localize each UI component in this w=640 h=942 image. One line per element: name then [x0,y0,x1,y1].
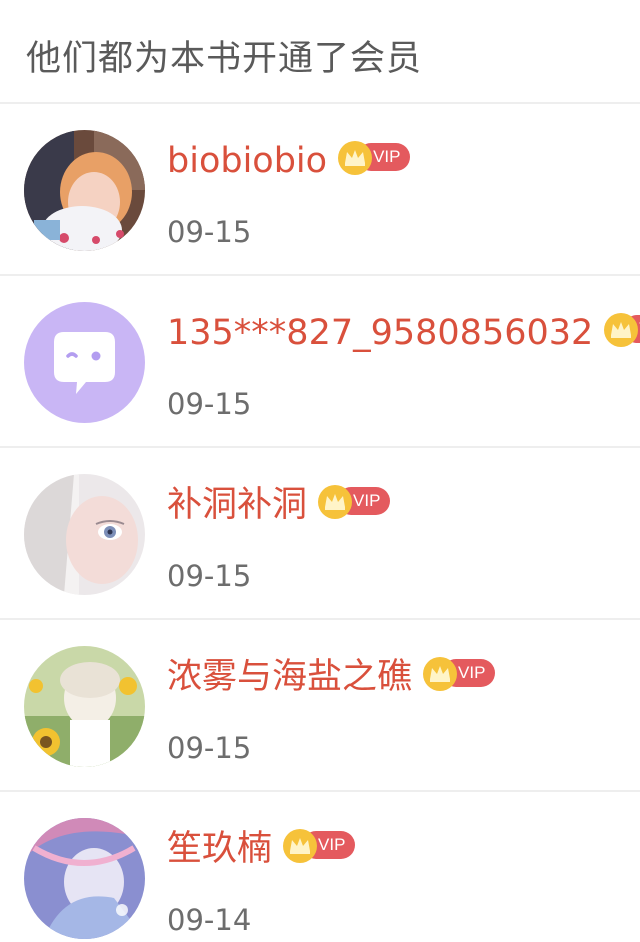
list-item[interactable]: 浓雾与海盐之礁 VIP 09-15 [0,620,640,792]
crown-icon [338,141,373,175]
vip-badge: VIP [337,140,411,175]
vip-badge: VIP [603,312,640,347]
vip-badge: VIP [422,656,496,691]
crown-icon [318,485,353,519]
chat-bubble-icon [24,302,145,423]
avatar[interactable] [24,646,145,767]
list-item[interactable]: 笙玖楠 VIP 09-14 [0,792,640,942]
vip-badge: VIP [282,828,356,863]
member-name-row: 补洞补洞 VIP [167,480,391,530]
avatar-photo [24,818,145,939]
vip-badge: VIP [317,484,391,519]
member-date: 09-15 [167,559,252,593]
avatar-photo [24,474,145,595]
member-name[interactable]: 笙玖楠 [167,824,272,874]
crown-icon [423,657,458,691]
avatar[interactable] [24,302,145,423]
member-name-row: 135***827_9580856032 VIP [167,308,640,358]
page-title: 他们都为本书开通了会员 [0,0,640,104]
member-name[interactable]: 135***827_9580856032 [167,308,593,358]
avatar[interactable] [24,474,145,595]
member-name[interactable]: biobiobio [167,136,327,186]
member-date: 09-15 [167,215,252,249]
member-name-row: biobiobio VIP [167,136,411,186]
member-name-row: 浓雾与海盐之礁 VIP [167,652,496,702]
crown-icon [283,829,318,863]
member-list: biobiobio VIP 09-15 135***827_9580856032… [0,104,640,942]
member-date: 09-15 [167,387,252,421]
member-list-page: 他们都为本书开通了会员 biobiobio VIP 09-15 135***82… [0,0,640,942]
list-item[interactable]: 135***827_9580856032 VIP 09-15 [0,276,640,448]
member-name[interactable]: 浓雾与海盐之礁 [167,652,412,702]
avatar-photo [24,130,145,251]
avatar[interactable] [24,130,145,251]
member-name[interactable]: 补洞补洞 [167,480,307,530]
member-date: 09-15 [167,731,252,765]
avatar-photo [24,646,145,767]
member-date: 09-14 [167,903,252,937]
list-item[interactable]: 补洞补洞 VIP 09-15 [0,448,640,620]
avatar[interactable] [24,818,145,939]
list-item[interactable]: biobiobio VIP 09-15 [0,104,640,276]
crown-icon [604,313,639,347]
member-name-row: 笙玖楠 VIP [167,824,356,874]
